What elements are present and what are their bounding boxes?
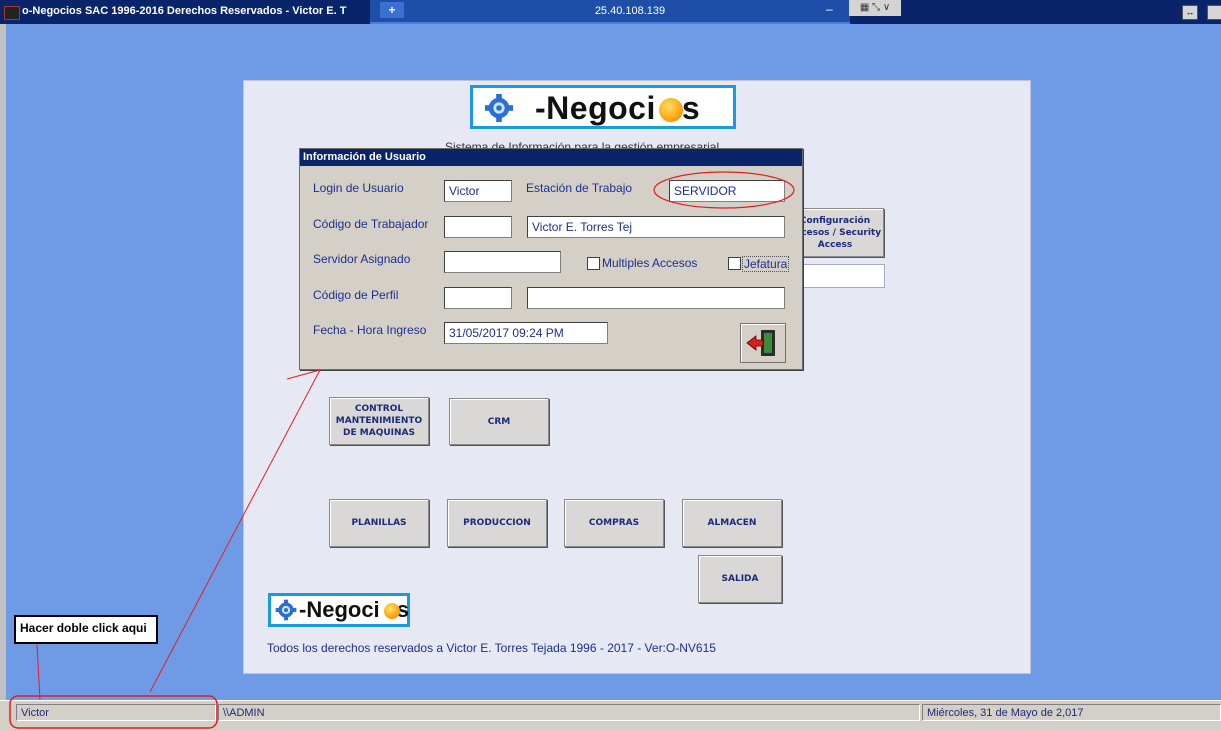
jefatura-label: Jefatura (742, 256, 790, 272)
worker-code-field[interactable] (444, 216, 512, 238)
almacen-button[interactable]: ALMACEN (682, 499, 782, 547)
station-label: Estación de Trabajo (526, 181, 633, 195)
worker-name-field[interactable]: Victor E. Torres Tej (527, 216, 785, 238)
window-left-border (0, 24, 6, 700)
gear-icon (275, 599, 297, 621)
server-label: Servidor Asignado (313, 252, 411, 266)
brand-logo: -Negoci s (470, 85, 736, 129)
multiple-access-checkbox[interactable] (587, 257, 600, 270)
copyright-footer: Todos los derechos reservados a Victor E… (267, 641, 716, 655)
minimize-button[interactable]: – (826, 2, 833, 16)
sun-icon (384, 603, 400, 619)
callout-line (36, 643, 41, 701)
profile-code-field[interactable] (444, 287, 512, 309)
login-label: Login de Usuario (313, 181, 404, 195)
app-icon (4, 6, 20, 20)
exit-button[interactable] (740, 323, 786, 363)
worker-code-label: Código de Trabajador (313, 217, 429, 231)
remote-ip: 25.40.108.139 (594, 5, 666, 17)
compras-button[interactable]: COMPRAS (564, 499, 664, 547)
dialog-title: Información de Usuario (300, 149, 802, 166)
brand-logo-small: -Negoci s (268, 593, 410, 627)
salida-button[interactable]: SALIDA (698, 555, 782, 603)
crm-button[interactable]: CRM (449, 398, 549, 445)
profile-label: Código de Perfil (313, 288, 399, 302)
sun-icon (659, 98, 683, 122)
status-user[interactable]: Victor (16, 704, 216, 721)
restore-window-button[interactable]: ▦ ⤡ ∨ (849, 0, 901, 16)
instruction-callout: Hacer doble click aqui (14, 615, 158, 644)
jefatura-checkbox[interactable] (728, 257, 741, 270)
status-date: Miércoles, 31 de Mayo de 2,017 (922, 704, 1221, 721)
exit-door-icon (746, 330, 775, 356)
security-field[interactable] (800, 264, 885, 288)
gear-icon (484, 93, 514, 123)
resize-icon[interactable]: ↔ (1182, 5, 1198, 20)
planillas-button[interactable]: PLANILLAS (329, 499, 429, 547)
pin-icon[interactable]: + (380, 2, 404, 18)
multiple-access-label: Multiples Accesos (602, 256, 698, 270)
status-bar: Victor \\ADMIN Miércoles, 31 de Mayo de … (0, 700, 1221, 731)
station-field[interactable]: SERVIDOR (669, 180, 785, 202)
datetime-label: Fecha - Hora Ingreso (313, 323, 427, 337)
produccion-button[interactable]: PRODUCCION (447, 499, 547, 547)
login-field[interactable]: Victor (444, 180, 512, 202)
minimize-icon[interactable] (1207, 5, 1221, 20)
status-server: \\ADMIN (218, 704, 920, 721)
datetime-field[interactable]: 31/05/2017 09:24 PM (444, 322, 608, 344)
window-title: o-Negocios SAC 1996-2016 Derechos Reserv… (22, 5, 347, 17)
user-info-dialog: Información de Usuario Login de Usuario … (299, 148, 803, 370)
profile-name-field[interactable] (527, 287, 785, 309)
server-field[interactable] (444, 251, 561, 273)
control-mantenimiento-button[interactable]: CONTROL MANTENIMIENTO DE MAQUINAS (329, 397, 429, 445)
